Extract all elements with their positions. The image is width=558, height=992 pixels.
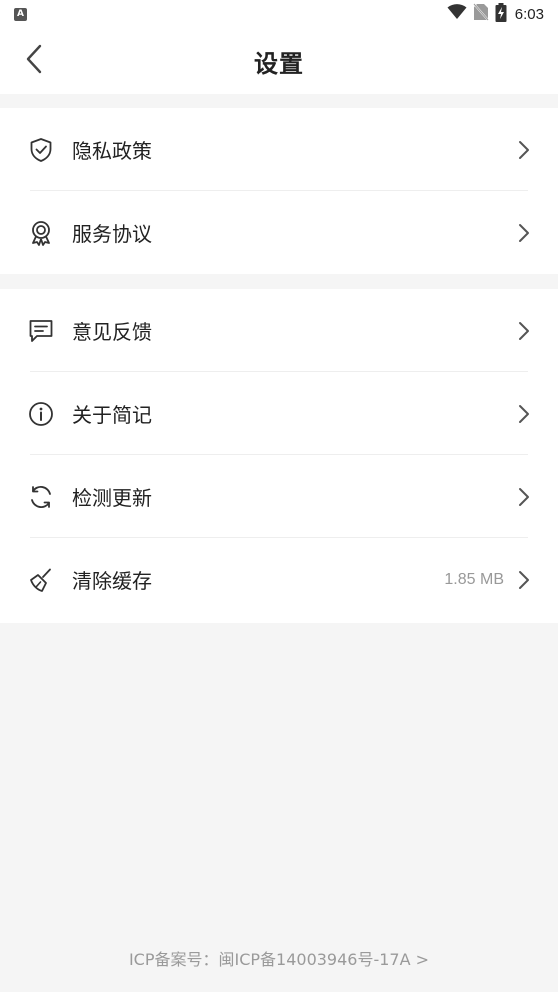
settings-item-label: 服务协议 <box>72 222 152 246</box>
no-sim-icon <box>473 3 489 25</box>
settings-item-label: 清除缓存 <box>72 569 152 593</box>
settings-item-label: 隐私政策 <box>72 139 152 163</box>
settings-item-clear-cache[interactable]: 清除缓存 1.85 MB <box>0 538 558 621</box>
settings-group-legal: 隐私政策 服务协议 <box>0 108 558 274</box>
broom-icon <box>28 567 54 593</box>
wifi-icon <box>447 4 467 24</box>
status-right: 6:03 <box>447 2 544 26</box>
settings-item-about[interactable]: 关于简记 <box>0 372 558 455</box>
cache-size-value: 1.85 MB <box>444 570 504 588</box>
status-time: 6:03 <box>514 5 544 23</box>
chevron-left-icon <box>25 43 43 79</box>
chevron-right-icon <box>516 569 532 591</box>
chevron-right-icon <box>516 320 532 342</box>
settings-item-feedback[interactable]: 意见反馈 <box>0 289 558 372</box>
page-title: 设置 <box>254 49 304 78</box>
chevron-right-icon <box>516 222 532 244</box>
settings-item-service-agreement[interactable]: 服务协议 <box>0 191 558 274</box>
chevron-right-icon <box>516 486 532 508</box>
award-badge-icon <box>28 220 54 246</box>
info-circle-icon <box>28 401 54 427</box>
settings-item-privacy-policy[interactable]: 隐私政策 <box>0 108 558 191</box>
battery-charging-icon <box>495 2 507 26</box>
back-button[interactable] <box>18 44 50 78</box>
icp-record-link[interactable]: ICP备案号：闽ICP备14003946号-17A > <box>0 946 558 974</box>
settings-screen: A 6:03 设置 隐私政策 服务协议 意见反馈 关于简记 检测更新 清除缓存 … <box>0 0 558 992</box>
chevron-right-icon <box>516 139 532 161</box>
settings-item-check-update[interactable]: 检测更新 <box>0 455 558 538</box>
settings-item-label: 意见反馈 <box>72 320 152 344</box>
chevron-right-icon <box>516 403 532 425</box>
app-header: 设置 <box>0 28 558 94</box>
settings-item-label: 检测更新 <box>72 486 152 510</box>
message-square-icon <box>28 318 54 344</box>
settings-item-label: 关于简记 <box>72 403 152 427</box>
app-notification-icon: A <box>14 7 27 21</box>
settings-group-app: 意见反馈 关于简记 检测更新 清除缓存 1.85 MB <box>0 289 558 623</box>
refresh-icon <box>28 484 54 510</box>
shield-check-icon <box>28 137 54 163</box>
status-left: A <box>14 7 27 21</box>
status-bar: A 6:03 <box>0 0 558 28</box>
